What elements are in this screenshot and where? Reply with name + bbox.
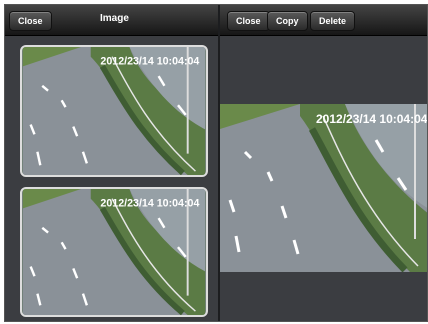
left-close-button[interactable]: Close (9, 11, 52, 31)
image-preview[interactable]: 2012/23/14 10:04:04 (220, 104, 428, 272)
preview-photo: 2012/23/14 10:04:04 (220, 104, 428, 272)
left-toolbar: Close Image (5, 5, 218, 36)
thumbnail-photo: 2012/23/14 10:04:04 (22, 189, 206, 315)
left-toolbar-title: Image (100, 13, 129, 24)
delete-button[interactable]: Delete (310, 11, 356, 31)
app-window: Close Image Close Copy Delete 2012/23/14… (4, 4, 428, 322)
copy-button[interactable]: Copy (267, 11, 308, 31)
thumbnail-timestamp: 2012/23/14 10:04:04 (100, 197, 199, 209)
right-toolbar: Close Copy Delete (220, 5, 427, 36)
preview-timestamp: 2012/23/14 10:04:04 (316, 112, 428, 126)
image-thumbnail[interactable]: 2012/23/14 10:04:04 (20, 45, 208, 177)
thumbnail-timestamp: 2012/23/14 10:04:04 (100, 55, 199, 67)
image-thumbnail[interactable]: 2012/23/14 10:04:04 (20, 187, 208, 317)
thumbnail-photo: 2012/23/14 10:04:04 (22, 47, 206, 175)
right-close-button[interactable]: Close (227, 11, 270, 31)
